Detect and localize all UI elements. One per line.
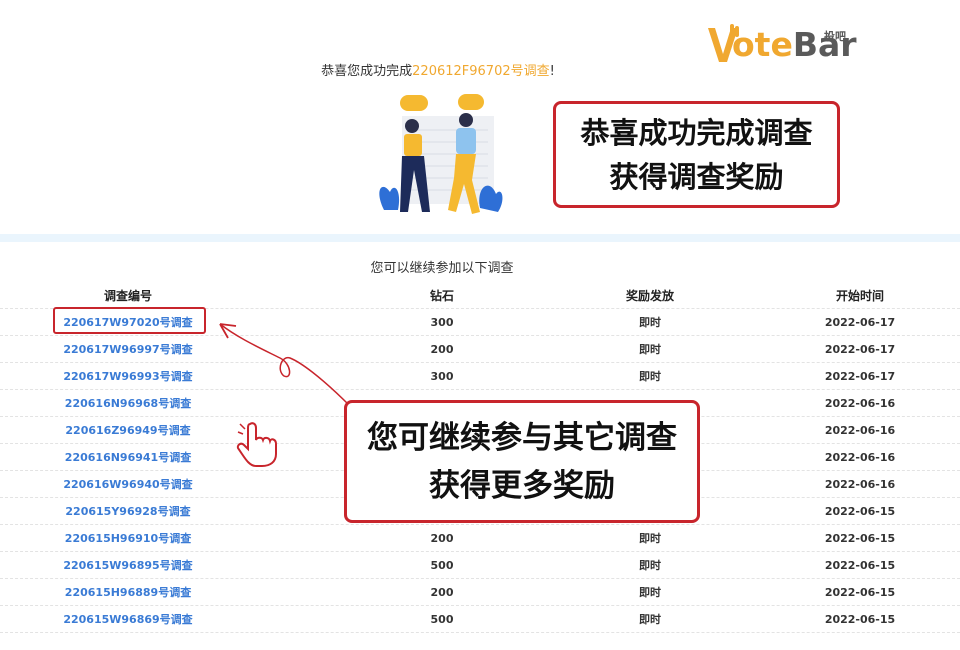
callout-line: 获得更多奖励: [429, 467, 615, 504]
start-time-cell: 2022-06-17: [824, 315, 896, 329]
reward-cell: 即时: [639, 343, 661, 356]
survey-id-link[interactable]: 220617W96993号调查: [40, 363, 216, 389]
survey-id-link[interactable]: 220615H96910号调查: [40, 525, 216, 551]
callout-line: 获得调查奖励: [609, 159, 784, 194]
start-time-cell: 2022-06-16: [824, 450, 896, 464]
more-surveys-heading: 您可以继续参加以下调查: [370, 261, 514, 276]
survey-id-link[interactable]: 220617W96997号调查: [40, 336, 216, 362]
reward-cell: 即时: [639, 586, 661, 599]
table-row[interactable]: 220617W96993号调查 300 即时 2022-06-17: [0, 363, 960, 390]
callout-survey-completed: 恭喜成功完成调查 获得调查奖励: [553, 101, 840, 208]
section-divider: [0, 234, 960, 242]
header-reward: 奖励发放: [625, 289, 674, 303]
table-row[interactable]: 220615H96889号调查 200 即时 2022-06-15: [0, 579, 960, 606]
callout-more-surveys: 您可继续参与其它调查 获得更多奖励: [344, 400, 700, 523]
diamonds-cell: 300: [430, 369, 454, 383]
survey-id-link[interactable]: 220615W96869号调查: [40, 606, 216, 632]
diamonds-cell: 500: [430, 558, 454, 572]
callout-line: 您可继续参与其它调查: [367, 419, 677, 456]
diamonds-cell: 300: [430, 315, 454, 329]
survey-id-link[interactable]: 220616N96968号调查: [40, 390, 216, 416]
survey-id-link[interactable]: 220616N96941号调查: [40, 444, 216, 470]
start-time-cell: 2022-06-15: [824, 531, 896, 545]
logo-subtext: 投吧: [824, 30, 846, 43]
chatting-people-illustration: [379, 94, 503, 214]
start-time-cell: 2022-06-17: [824, 369, 896, 383]
diamonds-cell: 200: [430, 342, 454, 356]
diamonds-cell: 200: [430, 531, 454, 545]
start-time-cell: 2022-06-16: [824, 423, 896, 437]
reward-cell: 即时: [639, 613, 661, 626]
congrats-message: 恭喜您成功完成220612F96702号调查!: [321, 64, 555, 79]
start-time-cell: 2022-06-17: [824, 342, 896, 356]
reward-cell: 即时: [639, 532, 661, 545]
survey-id-link[interactable]: 220615H96889号调查: [40, 579, 216, 605]
callout-line: 恭喜成功完成调查: [580, 115, 813, 150]
survey-id-link[interactable]: 220615W96895号调查: [40, 552, 216, 578]
survey-id-link[interactable]: 220616W96940号调查: [40, 471, 216, 497]
survey-id-link[interactable]: 220616Z96949号调查: [40, 417, 216, 443]
start-time-cell: 2022-06-15: [824, 504, 896, 518]
start-time-cell: 2022-06-15: [824, 558, 896, 572]
start-time-cell: 2022-06-15: [824, 612, 896, 626]
header-survey-id: 调查编号: [103, 289, 152, 303]
reward-cell: 即时: [639, 370, 661, 383]
header-diamonds: 钻石: [429, 289, 454, 303]
start-time-cell: 2022-06-16: [824, 396, 896, 410]
completed-survey-id: 220612F96702号调查: [412, 64, 550, 79]
pointing-hand-icon: [236, 420, 277, 467]
survey-id-link[interactable]: 220615Y96928号调查: [40, 498, 216, 524]
start-time-cell: 2022-06-16: [824, 477, 896, 491]
table-header: 调查编号 钻石 奖励发放 开始时间: [0, 283, 960, 309]
table-row[interactable]: 220617W96997号调查 200 即时 2022-06-17: [0, 336, 960, 363]
table-row[interactable]: 220615H96910号调查 200 即时 2022-06-15: [0, 525, 960, 552]
table-row[interactable]: 220615W96895号调查 500 即时 2022-06-15: [0, 552, 960, 579]
diamonds-cell: 200: [430, 585, 454, 599]
diamonds-cell: 500: [430, 612, 454, 626]
table-row[interactable]: 220615W96869号调查 500 即时 2022-06-15: [0, 606, 960, 633]
first-survey-highlight: [53, 307, 206, 334]
reward-cell: 即时: [639, 559, 661, 572]
start-time-cell: 2022-06-15: [824, 585, 896, 599]
reward-cell: 即时: [639, 316, 661, 329]
header-start-time: 开始时间: [835, 289, 884, 303]
curved-arrow-icon: [219, 323, 351, 407]
